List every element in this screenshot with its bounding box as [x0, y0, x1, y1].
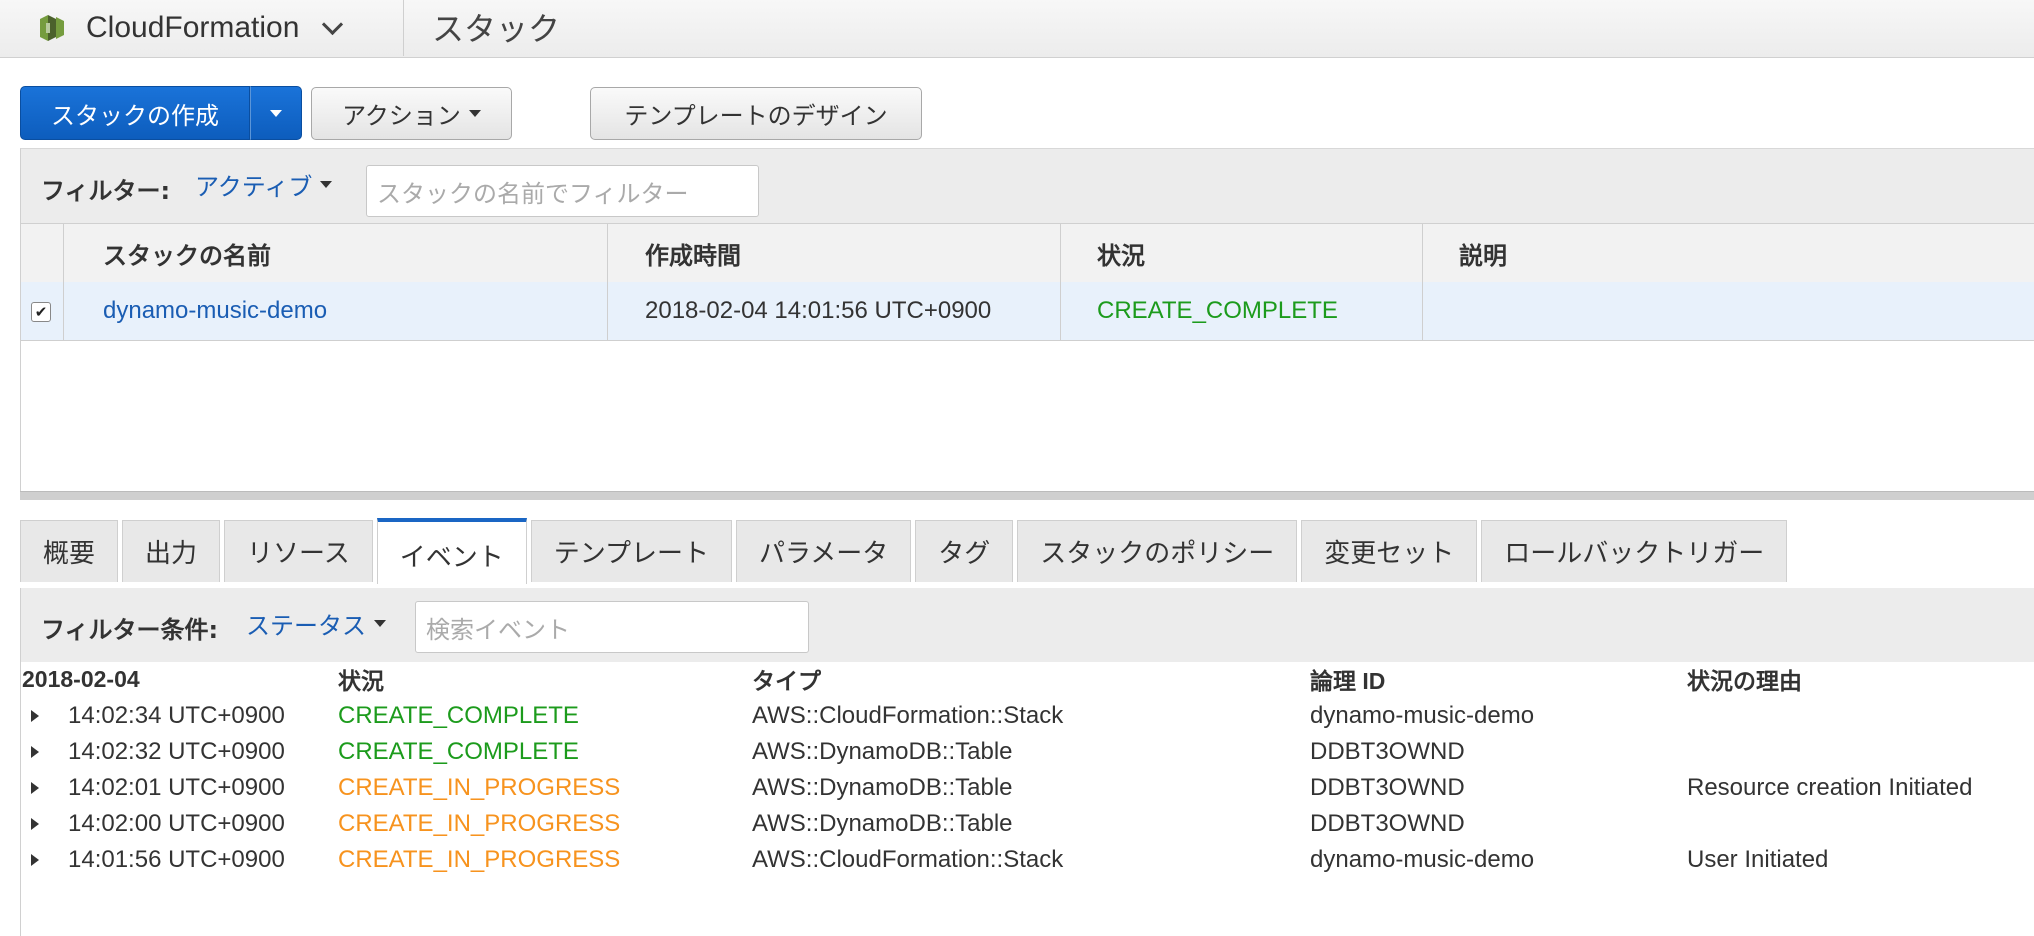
expand-row-icon[interactable]	[31, 782, 39, 794]
event-type: AWS::DynamoDB::Table	[752, 810, 1013, 837]
tab-parameters[interactable]: パラメータ	[735, 520, 912, 582]
event-type: AWS::CloudFormation::Stack	[752, 702, 1064, 729]
event-time: 14:02:01 UTC+0900	[68, 774, 285, 801]
event-status-filter-dropdown[interactable]: ステータス	[246, 606, 386, 641]
event-logical-id: DDBT3OWND	[1310, 810, 1465, 837]
divider	[1060, 224, 1061, 340]
design-template-button[interactable]: テンプレートのデザイン	[590, 87, 922, 140]
event-time: 14:01:56 UTC+0900	[68, 846, 285, 873]
event-logical-id: DDBT3OWND	[1310, 774, 1465, 801]
expand-row-icon[interactable]	[31, 710, 39, 722]
event-time: 14:02:32 UTC+0900	[68, 738, 285, 765]
caret-down-icon	[468, 110, 481, 117]
event-type: AWS::CloudFormation::Stack	[752, 846, 1064, 873]
actions-button[interactable]: アクション	[311, 87, 512, 140]
event-time: 14:02:34 UTC+0900	[68, 702, 285, 729]
detail-tabs: 概要 出力 リソース イベント テンプレート パラメータ タグ スタックのポリシ…	[20, 518, 1788, 584]
tab-stack-policy[interactable]: スタックのポリシー	[1017, 520, 1298, 582]
event-search-input[interactable]: 検索イベント	[415, 601, 809, 653]
event-status: CREATE_IN_PROGRESS	[338, 774, 621, 801]
event-filter-label: フィルター条件:	[41, 616, 219, 644]
event-status: CREATE_COMPLETE	[338, 702, 579, 729]
event-filter-bar: フィルター条件: ステータス 検索イベント	[20, 588, 2034, 662]
events-column-type: タイプ	[752, 668, 821, 694]
divider	[403, 0, 404, 56]
create-stack-button[interactable]: スタックの作成	[20, 86, 250, 140]
table-header: スタックの名前 作成時間 状況 説明	[21, 224, 2034, 283]
stack-name-filter-input[interactable]: スタックの名前でフィルター	[366, 165, 759, 217]
event-time: 14:02:00 UTC+0900	[68, 810, 285, 837]
create-stack-dropdown-button[interactable]	[250, 86, 302, 140]
row-checkbox[interactable]: ✔	[31, 302, 51, 322]
event-logical-id: dynamo-music-demo	[1310, 846, 1535, 873]
tab-overview[interactable]: 概要	[20, 520, 119, 582]
event-status: CREATE_IN_PROGRESS	[338, 846, 621, 873]
breadcrumb[interactable]: スタック	[432, 4, 560, 50]
expand-row-icon[interactable]	[31, 746, 39, 758]
status-filter-value: アクティブ	[195, 173, 313, 201]
event-type: AWS::DynamoDB::Table	[752, 774, 1013, 801]
tab-resources[interactable]: リソース	[224, 520, 373, 582]
service-menu[interactable]: CloudFormation	[40, 6, 344, 50]
stack-created-time: 2018-02-04 14:01:56 UTC+0900	[645, 297, 992, 324]
top-navigation-bar: CloudFormation スタック	[0, 0, 2034, 58]
divider	[63, 224, 64, 340]
column-header-name[interactable]: スタックの名前	[103, 224, 271, 282]
column-header-description[interactable]: 説明	[1459, 224, 1507, 282]
stacks-table: スタックの名前 作成時間 状況 説明 ✔ dynamo-music-demo 2…	[20, 224, 2034, 491]
stack-filter-bar: フィルター: アクティブ スタックの名前でフィルター	[20, 148, 2034, 224]
column-header-created[interactable]: 作成時間	[645, 224, 741, 282]
service-name: CloudFormation	[86, 11, 300, 44]
event-type: AWS::DynamoDB::Table	[752, 738, 1013, 765]
divider	[607, 224, 608, 340]
expand-row-icon[interactable]	[31, 818, 39, 830]
event-reason: Resource creation Initiated	[1687, 774, 1973, 801]
event-status-filter-value: ステータス	[246, 612, 366, 640]
caret-down-icon	[374, 620, 386, 627]
table-row[interactable]: ✔ dynamo-music-demo 2018-02-04 14:01:56 …	[21, 282, 2034, 341]
event-logical-id: DDBT3OWND	[1310, 738, 1465, 765]
event-reason: User Initiated	[1687, 846, 1829, 873]
filter-label: フィルター:	[41, 177, 171, 205]
tab-rollback-triggers[interactable]: ロールバックトリガー	[1481, 520, 1788, 582]
caret-down-icon	[320, 181, 333, 188]
divider	[20, 662, 21, 936]
events-date-header: 2018-02-04	[22, 665, 140, 692]
event-logical-id: dynamo-music-demo	[1310, 702, 1535, 729]
chevron-down-icon	[322, 13, 344, 35]
actions-label: アクション	[342, 102, 461, 130]
stack-status: CREATE_COMPLETE	[1097, 297, 1338, 324]
tab-template[interactable]: テンプレート	[530, 520, 732, 582]
tab-outputs[interactable]: 出力	[122, 520, 221, 582]
event-status: CREATE_COMPLETE	[338, 738, 579, 765]
stack-name-link[interactable]: dynamo-music-demo	[103, 282, 327, 340]
cloudformation-icon	[40, 15, 64, 41]
tab-events[interactable]: イベント	[376, 518, 527, 584]
event-status: CREATE_IN_PROGRESS	[338, 810, 621, 837]
panel-resize-handle[interactable]	[20, 491, 2034, 500]
events-column-status: 状況	[338, 668, 384, 694]
events-column-logical-id: 論理 ID	[1310, 668, 1386, 694]
expand-row-icon[interactable]	[31, 854, 39, 866]
tab-tags[interactable]: タグ	[915, 520, 1014, 582]
column-header-status[interactable]: 状況	[1097, 224, 1145, 282]
divider	[1422, 224, 1423, 340]
status-filter-dropdown[interactable]: アクティブ	[195, 167, 333, 202]
caret-down-icon	[270, 109, 282, 117]
tab-change-sets[interactable]: 変更セット	[1301, 520, 1478, 582]
events-column-reason: 状況の理由	[1687, 668, 1802, 694]
